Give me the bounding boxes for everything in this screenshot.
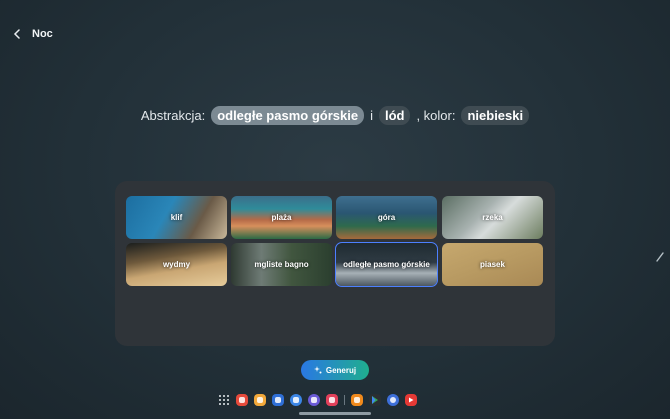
settings-icon[interactable]	[387, 394, 399, 406]
chevron-left-icon	[13, 29, 20, 39]
play-store-icon[interactable]	[369, 394, 381, 406]
generate-label: Generuj	[325, 365, 357, 375]
youtube-icon[interactable]	[405, 394, 417, 406]
play-triangle-icon	[372, 396, 378, 404]
internet-icon[interactable]	[308, 394, 320, 406]
option-tile-odlegle-pasmo-gorskie[interactable]: odległe pasmo górskie	[335, 242, 438, 287]
tile-label: klif	[170, 213, 183, 222]
store-icon[interactable]	[351, 394, 363, 406]
option-tile-mgliste-bagno[interactable]: mgliste bagno	[231, 243, 332, 286]
files-icon[interactable]	[254, 394, 266, 406]
options-panel: klif plaża góra rzeka wydmy mgliste bagn…	[115, 181, 555, 346]
page-title: Noc	[32, 28, 53, 40]
top-bar: Noc	[10, 27, 53, 41]
prompt-separator: , kolor:	[416, 108, 456, 123]
option-tile-rzeka[interactable]: rzeka	[442, 196, 543, 239]
play-icon	[409, 397, 414, 403]
apps-grid-icon[interactable]	[218, 394, 230, 406]
prompt-chip-color[interactable]: niebieski	[461, 106, 530, 125]
tile-label: plaża	[271, 213, 292, 222]
taskbar	[218, 392, 417, 408]
tile-label: mgliste bagno	[254, 260, 309, 269]
option-tile-gora[interactable]: góra	[336, 196, 437, 239]
prompt-conjunction: i	[370, 108, 373, 123]
back-button[interactable]	[10, 27, 24, 41]
edge-panel-handle-icon[interactable]	[656, 252, 664, 262]
messages-icon[interactable]	[290, 394, 302, 406]
option-tile-wydmy[interactable]: wydmy	[126, 243, 227, 286]
camera-icon[interactable]	[326, 394, 338, 406]
tile-label: wydmy	[162, 260, 191, 269]
tile-label: odległe pasmo górskie	[343, 260, 430, 269]
navigation-handle[interactable]	[299, 412, 371, 415]
tile-label: piasek	[480, 260, 505, 269]
prompt-lead: Abstrakcja:	[140, 108, 206, 123]
sparkle-icon	[313, 366, 322, 374]
generate-button[interactable]: Generuj	[301, 360, 369, 380]
calendar-icon[interactable]	[272, 394, 284, 406]
option-tile-piasek[interactable]: piasek	[442, 243, 543, 286]
option-tile-plaza[interactable]: plaża	[231, 196, 332, 239]
prompt-chip-subject[interactable]: odległe pasmo górskie	[211, 106, 365, 125]
prompt-chip-material[interactable]: lód	[378, 106, 411, 125]
dock-separator	[344, 395, 345, 405]
flipboard-icon[interactable]	[236, 394, 248, 406]
tile-label: rzeka	[482, 213, 503, 222]
option-tile-klif[interactable]: klif	[126, 196, 227, 239]
prompt-sentence: Abstrakcja: odległe pasmo górskie i lód …	[0, 106, 670, 125]
tile-label: góra	[377, 213, 396, 222]
